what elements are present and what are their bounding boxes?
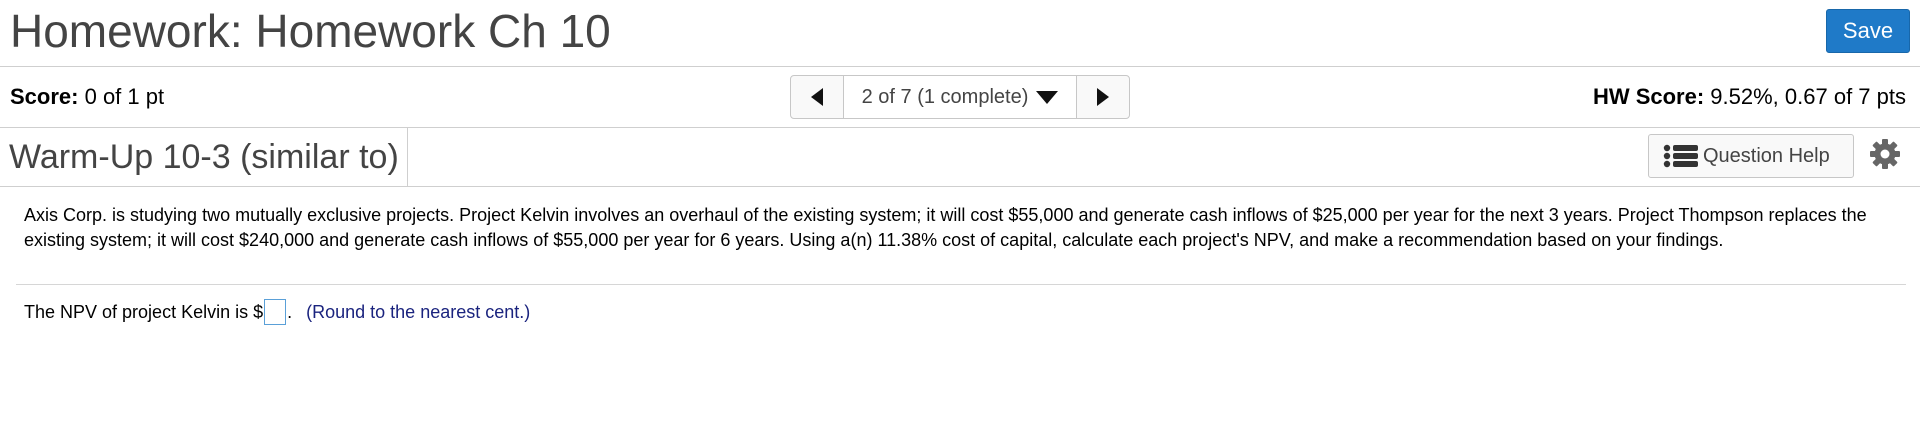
- rounding-hint: (Round to the nearest cent.): [306, 302, 531, 322]
- gear-icon[interactable]: [1869, 138, 1901, 170]
- score-label: Score:: [10, 84, 79, 109]
- question-position-label: 2 of 7 (1 complete): [861, 85, 1029, 108]
- score-value: 0 of 1 pt: [78, 84, 165, 109]
- triangle-right-icon: [1097, 88, 1109, 106]
- hw-score: HW Score: 9.52%, 0.67 of 7 pts: [1593, 84, 1906, 110]
- triangle-left-icon: [811, 88, 823, 106]
- question-help-label: Question Help: [1703, 144, 1830, 167]
- triangle-down-icon: [1036, 90, 1059, 104]
- answer-line: The NPV of project Kelvin is $ . (Round …: [24, 298, 530, 326]
- question-title: Warm-Up 10-3 (similar to): [0, 128, 408, 186]
- page-title: Homework: Homework Ch 10: [10, 5, 611, 57]
- question-help-button[interactable]: Question Help: [1648, 134, 1854, 178]
- previous-question-button[interactable]: [791, 76, 844, 118]
- next-question-button[interactable]: [1076, 76, 1129, 118]
- problem-statement: Axis Corp. is studying two mutually excl…: [24, 205, 1867, 250]
- header: Homework: Homework Ch 10 Save: [0, 0, 1920, 67]
- question-select-dropdown[interactable]: 2 of 7 (1 complete): [844, 76, 1076, 118]
- save-button[interactable]: Save: [1826, 9, 1910, 53]
- list-icon: [1663, 144, 1698, 168]
- question-navigator: 2 of 7 (1 complete): [790, 75, 1130, 119]
- hw-score-label: HW Score:: [1592, 84, 1705, 109]
- homework-page: Homework: Homework Ch 10 Save Score: 0 o…: [0, 0, 1920, 424]
- npv-answer-input[interactable]: [264, 299, 287, 325]
- hw-score-value: 9.52%, 0.67 of 7 pts: [1704, 84, 1906, 109]
- question-score: Score: 0 of 1 pt: [10, 84, 164, 110]
- question-header: Warm-Up 10-3 (similar to) Question Help: [0, 128, 1920, 187]
- divider: [16, 284, 1906, 285]
- score-bar: Score: 0 of 1 pt 2 of 7 (1 complete) HW …: [0, 67, 1920, 128]
- answer-suffix: .: [287, 302, 293, 322]
- answer-prompt: The NPV of project Kelvin is $: [24, 302, 264, 322]
